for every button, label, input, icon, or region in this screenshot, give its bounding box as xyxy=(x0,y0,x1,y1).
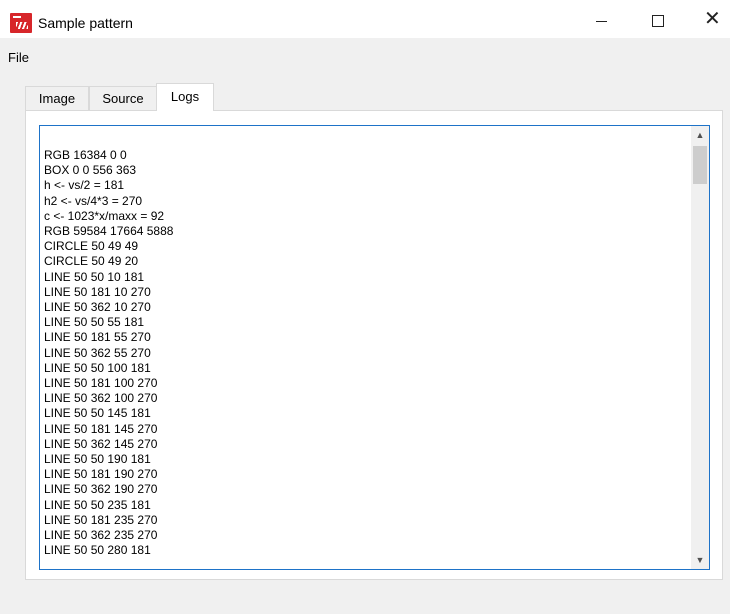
log-line: LINE 50 50 235 181 xyxy=(44,497,151,512)
log-line: LINE 50 181 190 270 xyxy=(44,467,158,482)
vertical-scrollbar[interactable]: ▲ ▼ xyxy=(691,126,709,569)
log-line: h2 <- vs/4*3 = 270 xyxy=(44,193,143,208)
tab-logs[interactable]: Logs xyxy=(156,83,214,111)
log-textarea[interactable]: RGB 16384 0 0 BOX 0 0 556 363 h <- vs/2 = … xyxy=(39,125,710,570)
tab-image[interactable]: Image xyxy=(25,86,89,110)
log-line: LINE 50 362 55 270 xyxy=(44,345,151,360)
log-line: LINE 50 362 100 270 xyxy=(44,391,158,406)
log-line: LINE 50 50 190 181 xyxy=(44,452,151,467)
menu-file[interactable]: File xyxy=(8,50,29,66)
log-line: LINE 50 181 235 270 xyxy=(44,512,158,527)
log-line: LINE 50 50 145 181 xyxy=(44,406,151,421)
close-icon: ✕ xyxy=(704,8,721,30)
maximize-button[interactable] xyxy=(636,0,682,38)
log-line: LINE 50 181 145 270 xyxy=(44,421,158,436)
log-line: LINE 50 362 145 270 xyxy=(44,436,158,451)
log-line: BOX 0 0 556 363 xyxy=(44,163,137,178)
window-title: Sample pattern xyxy=(38,15,133,31)
log-line: LINE 50 50 10 181 xyxy=(44,269,145,284)
log-line: RGB 59584 17664 5888 xyxy=(44,224,174,239)
scroll-thumb[interactable] xyxy=(693,146,707,184)
log-line: LINE 50 362 10 270 xyxy=(44,300,151,315)
log-line: LINE 50 181 10 270 xyxy=(44,284,151,299)
log-line: CIRCLE 50 49 20 xyxy=(44,254,139,269)
title-bar[interactable]: Sample pattern ✕ xyxy=(0,0,730,38)
log-line: CIRCLE 50 49 49 xyxy=(44,239,139,254)
log-line: LINE 50 50 100 181 xyxy=(44,360,151,375)
minimize-icon xyxy=(596,21,607,22)
maximize-icon xyxy=(652,15,664,27)
log-line: LINE 50 50 280 181 xyxy=(44,543,151,558)
app-window: Sample pattern ✕ File Image Source Logs … xyxy=(0,0,730,614)
close-button[interactable]: ✕ xyxy=(690,0,730,38)
app-logo-icon xyxy=(10,13,32,33)
scroll-up-arrow-icon[interactable]: ▲ xyxy=(691,126,709,144)
scroll-down-arrow-icon[interactable]: ▼ xyxy=(691,551,709,569)
log-line: LINE 50 50 55 181 xyxy=(44,315,145,330)
log-line: c <- 1023*x/maxx = 92 xyxy=(44,208,165,223)
minimize-button[interactable] xyxy=(580,0,626,38)
log-line: h <- vs/2 = 181 xyxy=(44,178,125,193)
menu-bar: File xyxy=(0,46,730,68)
log-line: LINE 50 181 55 270 xyxy=(44,330,151,345)
tab-source[interactable]: Source xyxy=(89,86,157,110)
log-line: RGB 16384 0 0 xyxy=(44,148,127,162)
log-line: LINE 50 362 190 270 xyxy=(44,482,158,497)
log-line: LINE 50 362 235 270 xyxy=(44,528,158,543)
log-line: LINE 50 181 100 270 xyxy=(44,376,158,391)
log-lines: RGB 16384 0 0 BOX 0 0 556 363 h <- vs/2 = … xyxy=(44,148,684,558)
